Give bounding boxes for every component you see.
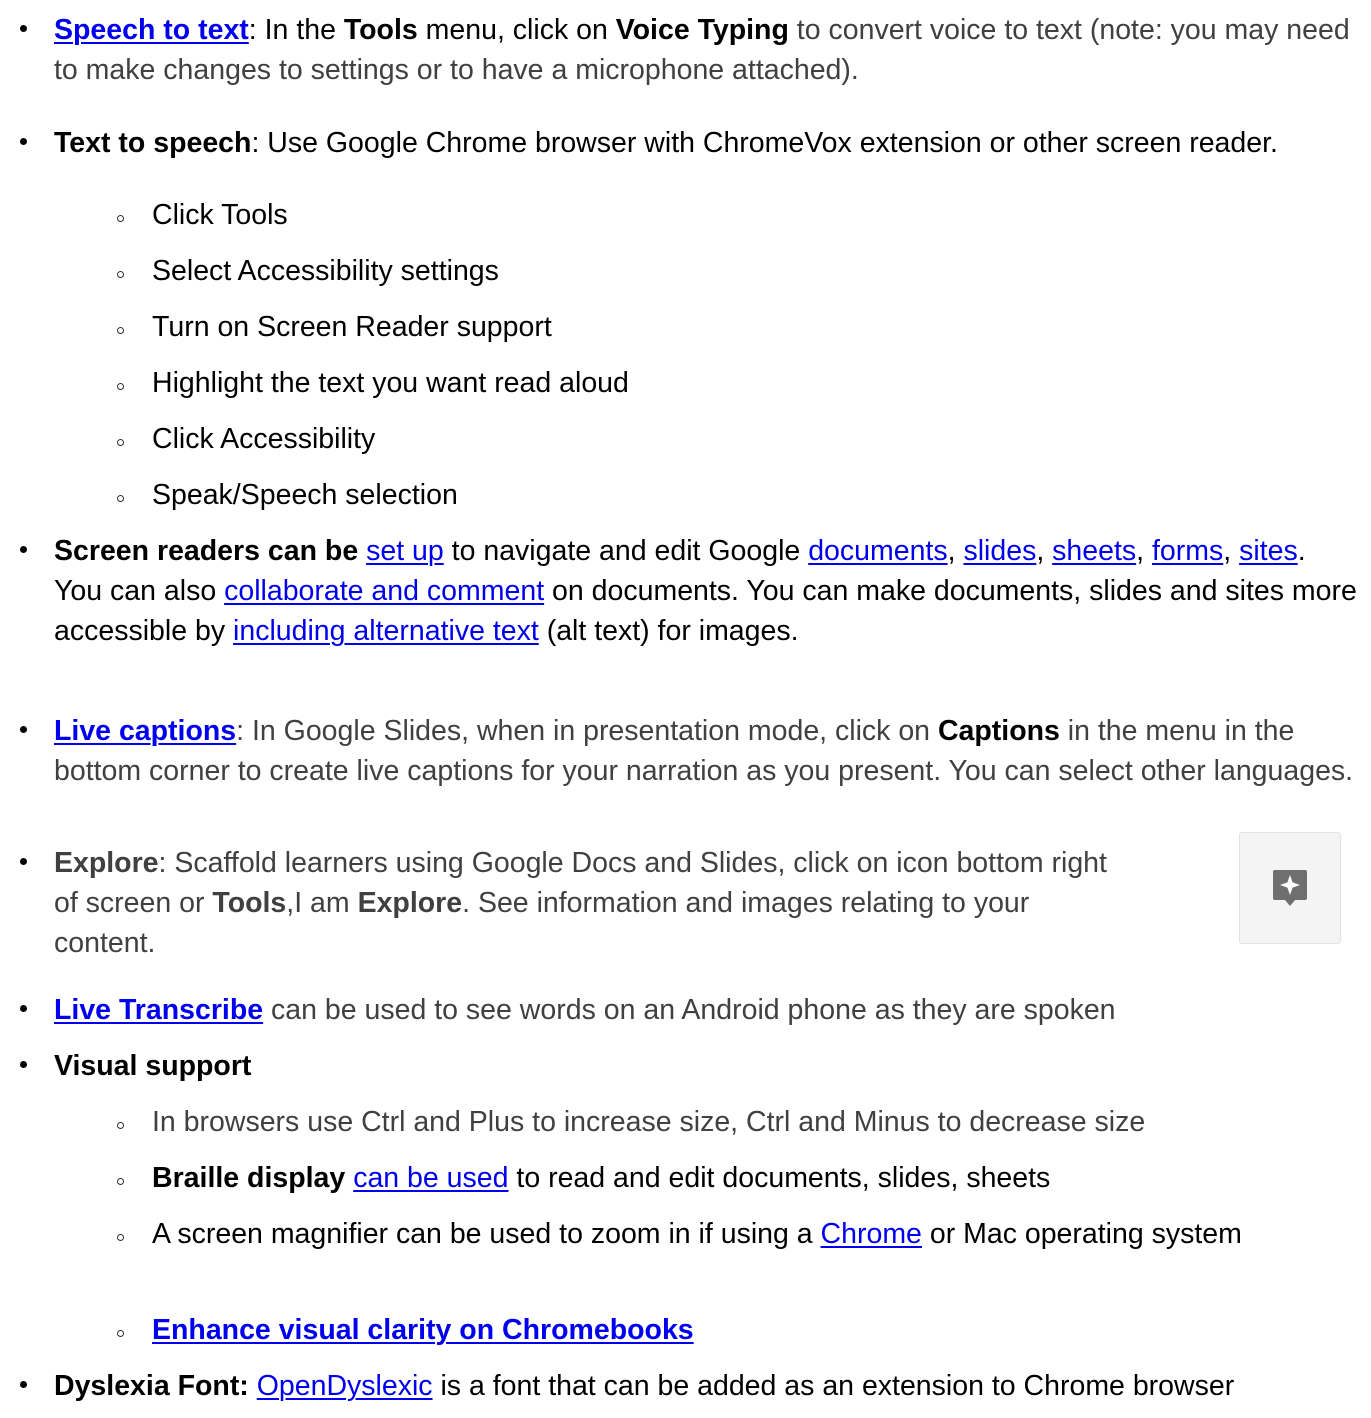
link-set-up[interactable]: set up [366, 535, 444, 567]
bullet-disc [13, 531, 33, 571]
bullet-disc [13, 711, 33, 751]
link-live-transcribe[interactable]: Live Transcribe [54, 994, 263, 1026]
link-sites[interactable]: sites [1239, 535, 1298, 567]
bullet-circle [110, 1310, 130, 1350]
link-speech-to-text[interactable]: Speech to text [54, 14, 249, 46]
bold-visual-support: Visual support [54, 1050, 252, 1082]
sub-item-step-2: Select Accessibility settings [152, 251, 1357, 291]
text-fragment: menu, click on [417, 14, 616, 46]
bold-explore: Explore [54, 847, 159, 879]
link-sheets[interactable]: sheets [1052, 535, 1136, 567]
sub-item-braille: Braille display can be used to read and … [152, 1158, 1357, 1198]
link-slides[interactable]: slides [963, 535, 1036, 567]
list-item-dyslexia-font: Dyslexia Font: OpenDyslexic is a font th… [54, 1366, 1357, 1406]
bold-tools: Tools [212, 887, 287, 919]
bold-screen-readers: Screen readers can be [54, 535, 359, 567]
list-item-live-captions: Live captions: In Google Slides, when in… [54, 711, 1357, 791]
link-live-captions[interactable]: Live captions [54, 715, 236, 747]
bullet-circle [110, 1102, 130, 1142]
link-including-alternative-text[interactable]: including alternative text [233, 615, 539, 647]
bullet-circle [110, 1214, 130, 1254]
text-fragment: or Mac operating system [921, 1218, 1242, 1250]
link-chrome[interactable]: Chrome [821, 1218, 922, 1250]
sub-item-visual-clarity: Enhance visual clarity on Chromebooks [152, 1310, 1357, 1350]
sub-item-step-5: Click Accessibility [152, 419, 1357, 459]
step-text: Turn on Screen Reader support [152, 311, 552, 343]
step-text: Select Accessibility settings [152, 255, 499, 287]
step-text: Click Tools [152, 199, 288, 231]
bullet-circle [110, 475, 130, 515]
list-item-screen-readers: Screen readers can be set up to navigate… [54, 531, 1357, 651]
text-fragment: ,I am [286, 887, 358, 919]
explore-icon-image [1239, 832, 1341, 944]
bold-dyslexia-font: Dyslexia Font: [54, 1370, 249, 1402]
bold-text-to-speech: Text to speech [54, 127, 252, 159]
list-item-explore: Explore: Scaffold learners using Google … [54, 843, 1131, 963]
text-fragment: : In Google Slides, when in presentation… [236, 715, 938, 747]
step-text: Speak/Speech selection [152, 479, 458, 511]
sub-text: In browsers use Ctrl and Plus to increas… [152, 1106, 1146, 1138]
text-fragment: : Use Google Chrome browser with ChromeV… [251, 127, 1278, 159]
text-fragment: A screen magnifier can be used to zoom i… [152, 1218, 821, 1250]
bold-captions: Captions [937, 715, 1060, 747]
bold-explore-menu: Explore [357, 887, 463, 919]
sub-item-step-1: Click Tools [152, 195, 1357, 235]
bullet-disc [13, 843, 33, 883]
bullet-circle [110, 251, 130, 291]
bold-braille-display: Braille display [152, 1162, 346, 1194]
list-item-live-transcribe: Live Transcribe can be used to see words… [54, 990, 1357, 1030]
link-collaborate-and-comment[interactable]: collaborate and comment [224, 575, 544, 607]
comma: , [1223, 535, 1240, 567]
sub-item-step-4: Highlight the text you want read aloud [152, 363, 1357, 403]
text-fragment: to navigate and edit Google [443, 535, 809, 567]
bullet-circle [110, 307, 130, 347]
comma: , [1136, 535, 1152, 567]
bold-tools: Tools [343, 14, 418, 46]
link-enhance-visual-clarity[interactable]: Enhance visual clarity on Chromebooks [152, 1314, 694, 1346]
text-fragment: is a font that can be added as an extens… [432, 1370, 1235, 1402]
sub-item-step-3: Turn on Screen Reader support [152, 307, 1357, 347]
text-fragment: can be used to see words on an Android p… [263, 994, 1116, 1026]
bullet-circle [110, 195, 130, 235]
link-documents[interactable]: documents [808, 535, 947, 567]
list-item-speech-to-text: Speech to text: In the Tools menu, click… [54, 10, 1357, 90]
explore-icon [1273, 870, 1307, 906]
text-fragment: : In the [248, 14, 344, 46]
link-opendyslexic[interactable]: OpenDyslexic [257, 1370, 433, 1402]
comma: , [1036, 535, 1053, 567]
bullet-disc [13, 123, 33, 163]
step-text: Highlight the text you want read aloud [152, 367, 629, 399]
link-forms[interactable]: forms [1152, 535, 1223, 567]
sub-item-magnifier: A screen magnifier can be used to zoom i… [152, 1214, 1357, 1254]
list-item-text-to-speech: Text to speech: Use Google Chrome browse… [54, 123, 1357, 163]
step-text: Click Accessibility [152, 423, 376, 455]
comma: , [947, 535, 964, 567]
link-can-be-used[interactable]: can be used [353, 1162, 508, 1194]
bullet-circle [110, 1158, 130, 1198]
bullet-disc [13, 1366, 33, 1406]
text-fragment: to read and edit documents, slides, shee… [508, 1162, 1051, 1194]
bullet-disc [13, 990, 33, 1030]
sub-item-step-6: Speak/Speech selection [152, 475, 1357, 515]
bullet-circle [110, 363, 130, 403]
bullet-disc [13, 10, 33, 50]
text-fragment: (alt text) for images. [538, 615, 799, 647]
document-page: Speech to text: In the Tools menu, click… [0, 0, 1371, 1418]
bullet-circle [110, 419, 130, 459]
bullet-disc [13, 1046, 33, 1086]
sub-item-browser-zoom: In browsers use Ctrl and Plus to increas… [152, 1102, 1357, 1142]
bold-voice-typing: Voice Typing [615, 14, 789, 46]
list-item-visual-support: Visual support [54, 1046, 1357, 1086]
